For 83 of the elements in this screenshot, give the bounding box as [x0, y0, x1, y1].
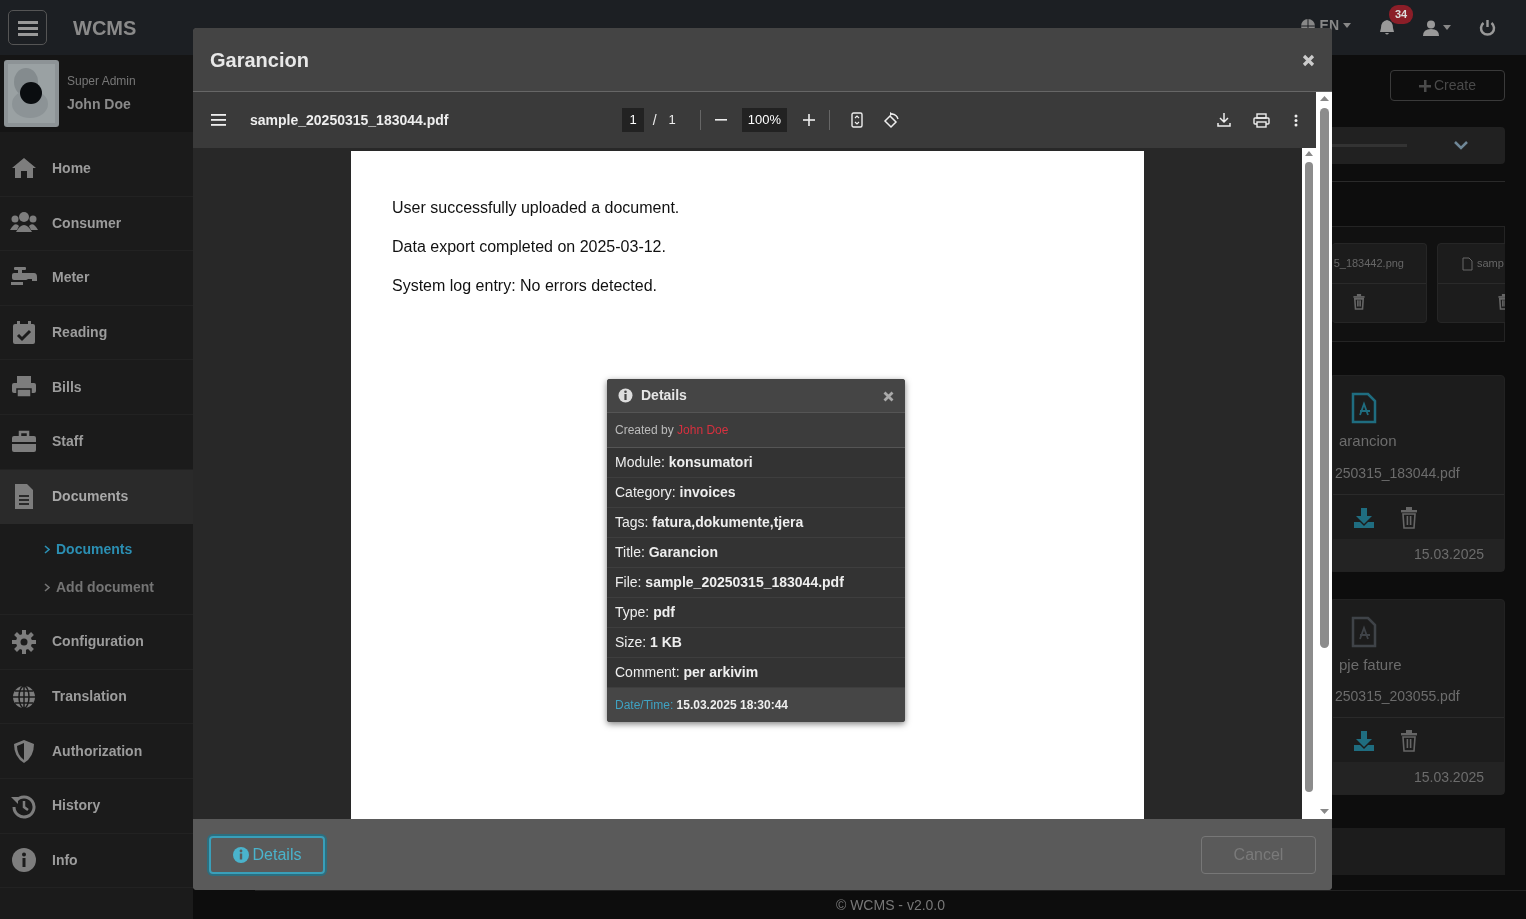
delete-button[interactable] [1399, 506, 1419, 529]
arrow-up-icon [1319, 96, 1329, 101]
bell-icon [1379, 19, 1395, 36]
modal-title: Garancion [210, 47, 309, 73]
delete-button[interactable] [1399, 730, 1419, 752]
pdf-file-icon [1462, 256, 1473, 271]
chevron-icon [44, 582, 50, 592]
power-icon [1479, 19, 1496, 36]
submenu-item[interactable]: Documents [0, 530, 193, 569]
download-button[interactable] [1217, 113, 1231, 127]
user-role: Super Admin [67, 73, 136, 90]
download-icon [1353, 506, 1375, 529]
sidebar-item[interactable]: Reading [0, 305, 193, 361]
page-separator: / [652, 110, 657, 130]
briefcase-icon [10, 428, 38, 455]
document-file-name: 250315_183044.pdf [1335, 463, 1461, 483]
calendar-check-icon [10, 319, 38, 346]
created-by-text: Created by John Doe [607, 413, 905, 448]
detail-row: Module: konsumatori [607, 448, 905, 478]
trash-icon [1352, 294, 1366, 310]
user-name: John Doe [67, 95, 132, 114]
sidebar-item[interactable]: Staff [0, 414, 193, 470]
detail-row: File: sample_20250315_183044.pdf [607, 568, 905, 598]
detail-row: Title: Garancion [607, 538, 905, 568]
document-date: 15.03.2025 [1333, 538, 1504, 571]
menu-button[interactable] [8, 10, 47, 45]
info-icon [10, 847, 38, 874]
sidebar-item[interactable]: Authorization [0, 724, 193, 779]
menu-button[interactable] [211, 114, 226, 126]
sidebar-item[interactable]: Bills [0, 360, 193, 415]
print-button[interactable] [1253, 112, 1270, 128]
trash-icon [1399, 730, 1419, 752]
zoom-in-button[interactable] [803, 114, 816, 126]
info-icon [232, 846, 249, 863]
zoom-field[interactable]: 100% [741, 108, 788, 132]
chevron-icon [44, 544, 50, 554]
rotate-button[interactable] [882, 111, 901, 129]
more-button[interactable] [1294, 113, 1298, 127]
detail-row: Type: pdf [607, 598, 905, 628]
detail-row: Size: 1 KB [607, 628, 905, 658]
page-number-field[interactable]: 1 [622, 108, 644, 132]
arrow-up-icon [1305, 151, 1313, 156]
document-title: arancion [1339, 431, 1398, 451]
sidebar-item[interactable]: Documents [0, 469, 193, 525]
notifications-button[interactable] [1379, 19, 1395, 36]
app-brand: WCMS [73, 15, 137, 41]
page-count: 1 [668, 111, 676, 130]
sidebar-item[interactable]: Consumer [0, 196, 193, 252]
file-name: sample_20250315_183044.pdf [250, 110, 449, 130]
detail-row: Category: invoices [607, 478, 905, 508]
document-file-name: 250315_203055.pdf [1335, 687, 1461, 706]
trash-icon [1399, 506, 1419, 529]
sidebar-item[interactable]: Configuration [0, 615, 193, 670]
chevron-icon [1454, 141, 1468, 150]
popover-title: Details [641, 386, 687, 405]
document-text: Data export completed on 2025-03-12. [392, 237, 667, 257]
detail-row: Tags: fatura,dokumente,tjera [607, 508, 905, 538]
document-title: pje fature [1339, 654, 1403, 675]
file-name: samp [1477, 256, 1504, 272]
file-name: 5_183442.png [1333, 256, 1404, 272]
globe-icon [10, 683, 38, 710]
user-menu[interactable] [1423, 19, 1451, 36]
sidebar-item[interactable]: Translation [0, 669, 193, 725]
date-time-text: Date/Time: 15.03.2025 18:30:44 [607, 688, 905, 722]
info-icon [618, 388, 633, 403]
gear-icon [10, 628, 38, 655]
fit-page-button[interactable] [851, 112, 864, 128]
scrollbar[interactable] [1316, 92, 1332, 819]
document-date: 15.03.2025 [1333, 762, 1504, 794]
download-icon [1353, 730, 1375, 752]
sidebar-item[interactable]: Info [0, 833, 193, 889]
notification-count: 34 [1389, 5, 1414, 24]
plus-icon [1419, 79, 1431, 92]
power-button[interactable] [1479, 19, 1496, 36]
user-icon [1423, 19, 1439, 36]
caret-icon [1443, 25, 1451, 30]
caret-icon [1343, 23, 1351, 28]
arrow-down-icon [1319, 809, 1329, 814]
scrollbar[interactable] [1302, 148, 1316, 819]
submenu-item[interactable]: Add document [0, 568, 193, 607]
document-text: User successfully uploaded a document. [392, 198, 681, 218]
menu-icon [17, 19, 38, 36]
document-text: System log entry: No errors detected. [392, 276, 658, 296]
